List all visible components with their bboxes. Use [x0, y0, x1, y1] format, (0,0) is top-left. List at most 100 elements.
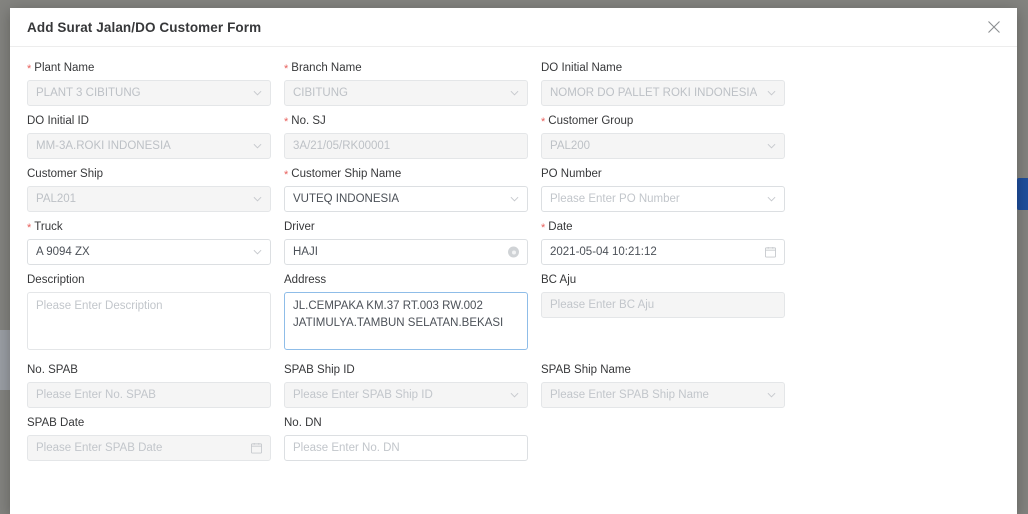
branch-name-label: * Branch Name [284, 61, 528, 75]
no-dn-placeholder: Please Enter No. DN [293, 442, 400, 454]
no-spab-label: No. SPAB [27, 363, 271, 377]
spab-ship-id-label: SPAB Ship ID [284, 363, 528, 377]
chevron-down-icon [767, 142, 776, 151]
form-field-customer-group: * Customer Group PAL200 [541, 114, 798, 167]
no-dn-input[interactable]: Please Enter No. DN [284, 435, 528, 461]
label-text: BC Aju [541, 274, 577, 286]
do-initial-name-input: NOMOR DO PALLET ROKI INDONESIA [541, 80, 785, 106]
label-text: No. DN [284, 417, 322, 429]
form-field-spab-date: SPAB Date Please Enter SPAB Date [27, 416, 284, 469]
truck-label: * Truck [27, 220, 271, 234]
modal-body: * Plant Name PLANT 3 CIBITUNG * Branch Name C… [10, 47, 1017, 513]
chevron-down-icon [253, 142, 262, 151]
label-text: No. SPAB [27, 364, 78, 376]
chevron-down-icon [253, 248, 262, 257]
required-asterisk: * [284, 169, 289, 181]
label-text: Plant Name [34, 62, 95, 74]
spab-date-label: SPAB Date [27, 416, 271, 430]
label-text: Branch Name [291, 62, 362, 74]
add-surat-jalan-modal: Add Surat Jalan/DO Customer Form * Plant … [10, 8, 1017, 514]
form-field-customer-ship-name: * Customer Ship Name VUTEQ INDONESIA [284, 167, 541, 220]
po-number-label: PO Number [541, 167, 785, 181]
label-text: Date [548, 221, 573, 233]
driver-value: HAJI [293, 246, 318, 258]
side-tab-button[interactable] [1017, 178, 1028, 210]
address-textarea[interactable] [284, 292, 528, 350]
calendar-icon [251, 442, 262, 454]
chevron-down-icon [510, 195, 519, 204]
customer-ship-name-input[interactable]: VUTEQ INDONESIA [284, 186, 528, 212]
driver-input[interactable]: HAJI [284, 239, 528, 265]
required-asterisk: * [284, 63, 289, 75]
no-dn-label: No. DN [284, 416, 528, 430]
form-field-customer-ship: Customer Ship PAL201 [27, 167, 284, 220]
description-textarea[interactable] [27, 292, 271, 350]
form-field-address: Address [284, 273, 541, 363]
form-field-description: Description [27, 273, 284, 363]
chevron-down-icon [767, 195, 776, 204]
label-text: PO Number [541, 168, 602, 180]
label-text: DO Initial Name [541, 62, 623, 74]
label-text: No. SJ [291, 115, 326, 127]
label-text: Truck [34, 221, 63, 233]
no-spab-input: Please Enter No. SPAB [27, 382, 271, 408]
spab-ship-name-placeholder: Please Enter SPAB Ship Name [550, 389, 709, 401]
label-text: Address [284, 274, 327, 286]
spab-date-input: Please Enter SPAB Date [27, 435, 271, 461]
customer-ship-label: Customer Ship [27, 167, 271, 181]
page-title: Add Surat Jalan/DO Customer Form [27, 19, 262, 35]
plant-name-input: PLANT 3 CIBITUNG [27, 80, 271, 106]
label-text: Description [27, 274, 85, 286]
required-asterisk: * [541, 222, 546, 234]
customer-group-label: * Customer Group [541, 114, 785, 128]
calendar-icon [765, 246, 776, 258]
chevron-down-icon [253, 195, 262, 204]
no-sj-input: 3A/21/05/RK00001 [284, 133, 528, 159]
form-field-no-dn: No. DN Please Enter No. DN [284, 416, 541, 469]
label-text: Customer Ship [27, 168, 104, 180]
form-field-plant-name: * Plant Name PLANT 3 CIBITUNG [27, 61, 284, 114]
form-field-do-initial-name: DO Initial Name NOMOR DO PALLET ROKI INDO… [541, 61, 798, 114]
required-asterisk: * [541, 116, 546, 128]
form-field-driver: Driver HAJI [284, 220, 541, 273]
label-text: DO Initial ID [27, 115, 89, 127]
no-sj-value: 3A/21/05/RK00001 [293, 140, 391, 152]
no-spab-placeholder: Please Enter No. SPAB [36, 389, 156, 401]
form-field-po-number: PO Number Please Enter PO Number [541, 167, 798, 220]
bc-aju-placeholder: Please Enter BC Aju [550, 299, 655, 311]
spab-date-placeholder: Please Enter SPAB Date [36, 442, 163, 454]
branch-name-value: CIBITUNG [293, 87, 348, 99]
customer-group-value: PAL200 [550, 140, 591, 152]
form-field-no-sj: * No. SJ 3A/21/05/RK00001 [284, 114, 541, 167]
label-text: SPAB Ship Name [541, 364, 631, 376]
no-sj-label: * No. SJ [284, 114, 528, 128]
label-text: Customer Ship Name [291, 168, 402, 180]
driver-label: Driver [284, 220, 528, 234]
form-field-spab-ship-id: SPAB Ship ID Please Enter SPAB Ship ID [284, 363, 541, 416]
customer-group-input: PAL200 [541, 133, 785, 159]
do-initial-id-value: MM-3A.ROKI INDONESIA [36, 140, 171, 152]
chevron-down-icon [767, 391, 776, 400]
label-text: Driver [284, 221, 315, 233]
screen: Add Surat Jalan/DO Customer Form * Plant … [0, 0, 1028, 514]
required-asterisk: * [27, 63, 32, 75]
required-asterisk: * [27, 222, 32, 234]
clear-icon[interactable] [508, 246, 519, 258]
form-field-do-initial-id: DO Initial ID MM-3A.ROKI INDONESIA [27, 114, 284, 167]
customer-ship-name-label: * Customer Ship Name [284, 167, 528, 181]
customer-ship-name-value: VUTEQ INDONESIA [293, 193, 400, 205]
plant-name-value: PLANT 3 CIBITUNG [36, 87, 141, 99]
customer-ship-value: PAL201 [36, 193, 77, 205]
date-value: 2021-05-04 10:21:12 [550, 246, 657, 258]
date-input[interactable]: 2021-05-04 10:21:12 [541, 239, 785, 265]
close-icon[interactable] [985, 18, 1003, 36]
truck-input[interactable]: A 9094 ZX [27, 239, 271, 265]
form-field-branch-name: * Branch Name CIBITUNG [284, 61, 541, 114]
branch-name-input: CIBITUNG [284, 80, 528, 106]
spab-ship-id-input: Please Enter SPAB Ship ID [284, 382, 528, 408]
po-number-input[interactable]: Please Enter PO Number [541, 186, 785, 212]
truck-value: A 9094 ZX [36, 246, 90, 258]
customer-ship-input: PAL201 [27, 186, 271, 212]
bc-aju-input: Please Enter BC Aju [541, 292, 785, 318]
po-number-placeholder: Please Enter PO Number [550, 193, 680, 205]
